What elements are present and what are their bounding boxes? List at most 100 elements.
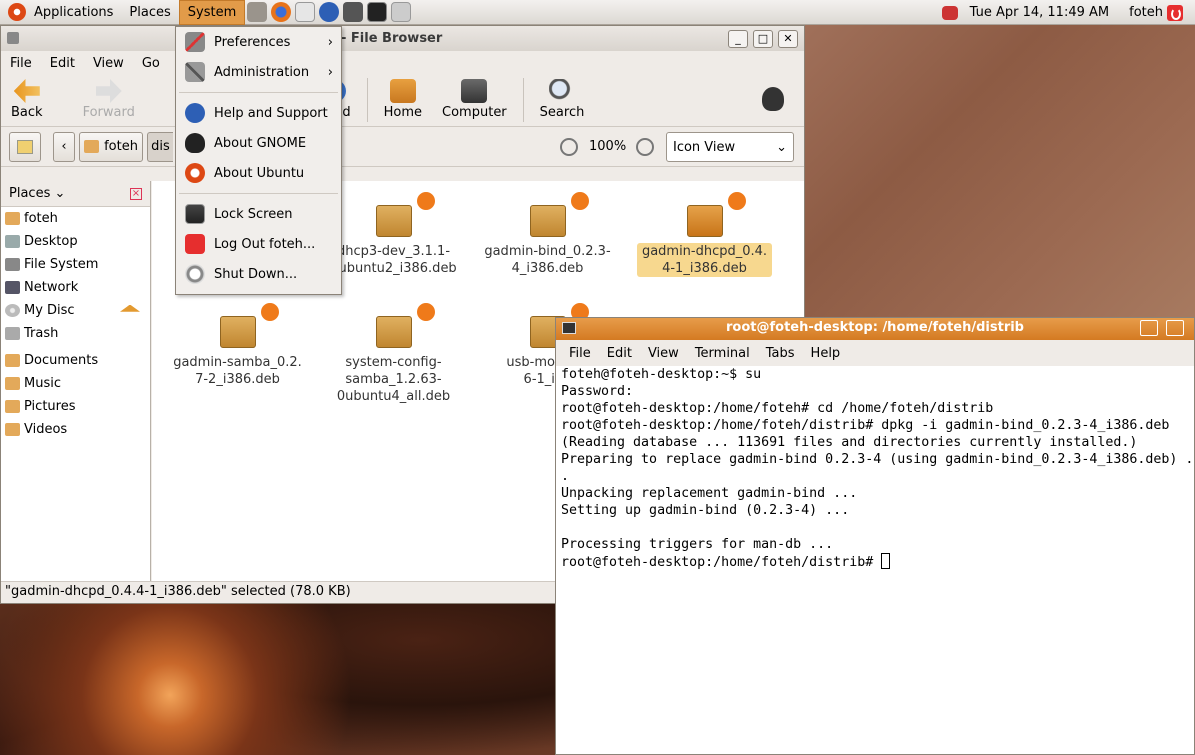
zoom-in-icon[interactable] <box>636 138 654 156</box>
sidebar-item-foteh[interactable]: foteh <box>1 207 150 230</box>
ubuntu-logo-icon <box>185 163 205 183</box>
menu-edit[interactable]: Edit <box>41 56 84 71</box>
menu-go[interactable]: Go <box>133 56 169 71</box>
menu-file[interactable]: File <box>1 56 41 71</box>
menu-terminal[interactable]: Terminal <box>687 346 758 361</box>
terminal-line: (Reading database ... 113691 files and d… <box>561 435 1138 450</box>
terminal-line: . <box>561 469 570 484</box>
folder-icon <box>5 354 20 367</box>
folder-icon <box>5 400 20 413</box>
maximize-button[interactable] <box>1166 320 1184 336</box>
view-select[interactable]: Icon View ⌄ <box>666 132 794 162</box>
menu-item-shut-down[interactable]: Shut Down... <box>176 259 341 289</box>
file-item[interactable]: gadmin-samba_0.2. 7-2_i386.deb <box>170 301 305 388</box>
home-icon <box>389 79 416 103</box>
sidebar-item-file-system[interactable]: File System <box>1 253 150 276</box>
sidebar-item-documents[interactable]: Documents <box>1 349 150 372</box>
computer-button[interactable]: Computer <box>432 75 517 120</box>
close-button[interactable]: ✕ <box>778 30 798 48</box>
sidebar-item-pictures[interactable]: Pictures <box>1 395 150 418</box>
lock-icon <box>568 190 591 212</box>
power-icon <box>185 264 205 284</box>
terminal-line: Setting up gadmin-bind (0.2.3-4) ... <box>561 503 850 518</box>
close-sidebar-icon[interactable]: × <box>130 187 142 200</box>
sidebar-places-dropdown[interactable]: Places ⌄ <box>9 186 65 201</box>
disk-icon[interactable] <box>391 2 412 22</box>
clock[interactable]: Tue Apr 14, 11:49 AM <box>960 5 1119 20</box>
terminal-titlebar[interactable]: root@foteh-desktop: /home/foteh/distrib <box>556 318 1194 340</box>
firefox-icon[interactable] <box>271 2 292 22</box>
file-item[interactable]: system-config-samba_1.2.63- 0ubuntu4_all.… <box>326 301 461 405</box>
sidebar-item-my-disc[interactable]: My Disc <box>1 299 150 322</box>
menu-edit[interactable]: Edit <box>599 346 640 361</box>
maximize-button[interactable]: □ <box>753 30 773 48</box>
home-button[interactable]: Home <box>374 75 432 120</box>
menu-tabs[interactable]: Tabs <box>758 346 803 361</box>
menu-help[interactable]: Help <box>803 346 849 361</box>
places-menu[interactable]: Places <box>121 0 178 25</box>
titlebar[interactable]: - File Browser _ □ ✕ <box>1 26 804 51</box>
sidebar-item-desktop[interactable]: Desktop <box>1 230 150 253</box>
menu-item-help[interactable]: Help and Support <box>176 98 341 128</box>
breadcrumb-distrib[interactable]: dis <box>147 131 173 162</box>
lock-icon <box>258 301 281 323</box>
file-item-selected[interactable]: gadmin-dhcpd_0.4. 4-1_i386.deb <box>637 190 772 277</box>
sidebar-item-music[interactable]: Music <box>1 372 150 395</box>
menu-separator <box>179 92 338 93</box>
menu-item-about-ubuntu[interactable]: About Ubuntu <box>176 158 341 188</box>
menu-view[interactable]: View <box>84 56 133 71</box>
ubuntu-logo-icon[interactable] <box>8 3 26 21</box>
menu-item-log-out[interactable]: Log Out foteh... <box>176 229 341 259</box>
search-button[interactable]: Search <box>530 75 595 120</box>
zoom-out-icon[interactable] <box>560 138 578 156</box>
path-scroll-left-button[interactable]: ‹ <box>53 131 75 162</box>
mail-icon[interactable] <box>295 2 316 22</box>
file-item[interactable]: gadmin-bind_0.2.3- 4_i386.deb <box>480 190 615 277</box>
top-panel: Applications Places System Tue Apr 14, 1… <box>0 0 1195 25</box>
minimize-button[interactable] <box>1140 320 1158 336</box>
menu-file[interactable]: File <box>561 346 599 361</box>
back-arrow-icon <box>13 79 40 103</box>
breadcrumb-foteh[interactable]: foteh <box>79 131 143 162</box>
toolbar: Back Forward eload Home Computer Search <box>1 75 804 127</box>
terminal-line: root@foteh-desktop:/home/foteh/distrib# … <box>561 418 1170 433</box>
terminal-icon[interactable] <box>367 2 388 22</box>
user-switcher[interactable]: foteh <box>1119 5 1167 20</box>
home-folder-icon <box>84 140 100 153</box>
sidebar-item-trash[interactable]: Trash <box>1 322 150 345</box>
menu-view[interactable]: View <box>640 346 687 361</box>
toggle-location-button[interactable] <box>9 131 41 162</box>
menu-item-administration[interactable]: Administration › <box>176 57 341 87</box>
sidebar-item-videos[interactable]: Videos <box>1 418 150 441</box>
lock-icon <box>414 190 437 212</box>
power-icon[interactable] <box>1167 4 1183 21</box>
terminal-prompt-line: root@foteh-desktop:/home/foteh/distrib# <box>561 553 1189 571</box>
forward-button[interactable]: Forward <box>53 75 145 120</box>
gnome-foot-icon <box>762 87 784 111</box>
applications-menu[interactable]: Applications <box>26 0 121 25</box>
window-menu-icon[interactable] <box>7 32 19 44</box>
zoom-level[interactable]: 100% <box>589 139 626 154</box>
settings-icon[interactable] <box>247 2 268 22</box>
minimize-button[interactable]: _ <box>728 30 748 48</box>
computer-icon[interactable] <box>343 2 364 22</box>
menubar: File Edit View Go B <box>1 51 804 75</box>
desktop-icon <box>5 235 20 248</box>
sidebar-item-network[interactable]: Network <box>1 276 150 299</box>
menu-item-about-gnome[interactable]: About GNOME <box>176 128 341 158</box>
location-bar: ‹ foteh dis 100% Icon View ⌄ <box>1 127 804 167</box>
menu-item-preferences[interactable]: Preferences › <box>176 27 341 57</box>
gnome-foot-icon <box>185 133 205 153</box>
terminal-icon[interactable] <box>562 322 576 334</box>
forward-arrow-icon <box>95 79 122 103</box>
desktop-wallpaper-lower <box>0 600 560 755</box>
folder-icon <box>5 377 20 390</box>
system-menu[interactable]: System <box>178 0 246 25</box>
help-icon[interactable] <box>319 2 340 22</box>
eject-icon[interactable] <box>120 304 140 312</box>
back-button[interactable]: Back <box>1 75 53 120</box>
volume-icon[interactable] <box>941 5 958 20</box>
file-item[interactable]: dhcp3-dev_3.1.1- 0ubuntu2_i386.deb <box>326 190 461 277</box>
terminal-output[interactable]: foteh@foteh-desktop:~$ su Password: root@f… <box>556 366 1194 754</box>
menu-item-lock-screen[interactable]: Lock Screen <box>176 199 341 229</box>
